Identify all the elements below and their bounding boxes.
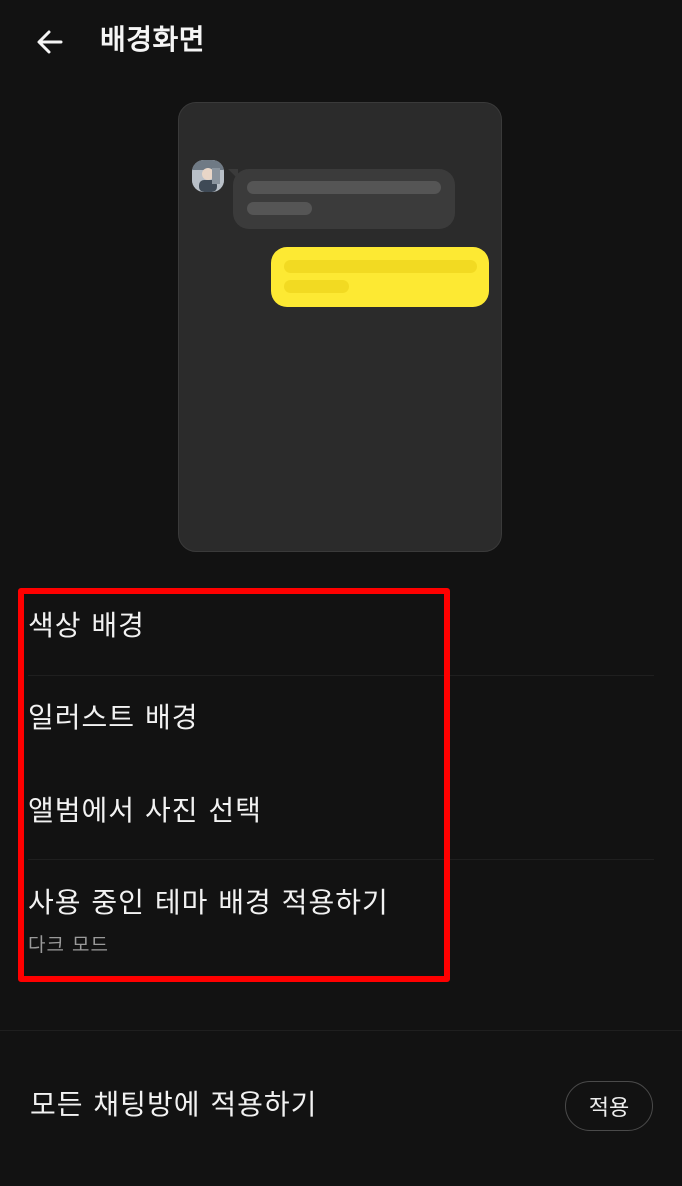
top-app-bar: 배경화면 xyxy=(0,0,682,84)
arrow-left-icon xyxy=(37,30,63,54)
menu-item-illustration-background[interactable]: 일러스트 배경 xyxy=(28,698,654,738)
menu-item-label: 사용 중인 테마 배경 적용하기 xyxy=(28,886,389,919)
menu-item-label: 일러스트 배경 xyxy=(28,701,199,734)
page-title: 배경화면 xyxy=(100,23,206,56)
menu-item-label: 색상 배경 xyxy=(28,609,145,642)
sent-message-bubble xyxy=(271,247,489,307)
message-placeholder-line xyxy=(284,280,349,293)
back-button[interactable] xyxy=(26,20,74,64)
menu-item-sublabel: 다크 모드 xyxy=(28,934,109,956)
apply-to-all-chats-label: 모든 채팅방에 적용하기 xyxy=(30,1088,318,1121)
divider xyxy=(28,675,654,676)
section-divider xyxy=(0,1030,682,1031)
menu-item-color-background[interactable]: 색상 배경 xyxy=(28,606,654,646)
message-placeholder-line xyxy=(247,202,312,215)
menu-item-apply-theme-background[interactable]: 사용 중인 테마 배경 적용하기 다크 모드 xyxy=(28,883,654,959)
message-placeholder-line xyxy=(284,260,477,273)
received-message-bubble xyxy=(233,169,455,229)
message-placeholder-line xyxy=(247,181,441,194)
wallpaper-preview xyxy=(178,102,502,552)
apply-button[interactable]: 적용 xyxy=(565,1081,653,1131)
avatar xyxy=(192,160,224,192)
divider xyxy=(28,859,654,860)
menu-item-label: 앨범에서 사진 선택 xyxy=(28,794,262,827)
menu-item-select-from-album[interactable]: 앨범에서 사진 선택 xyxy=(28,791,654,831)
